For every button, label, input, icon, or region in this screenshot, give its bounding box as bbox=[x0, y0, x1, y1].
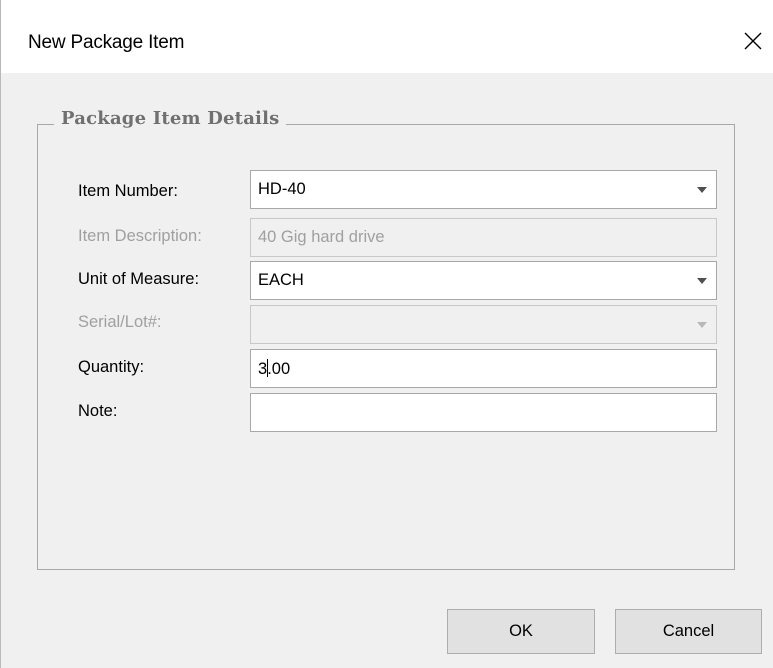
note-label: Note: bbox=[78, 402, 118, 420]
unit-of-measure-label: Unit of Measure: bbox=[78, 270, 200, 288]
dialog-window: New Package Item Package Item Details It… bbox=[0, 0, 773, 668]
unit-of-measure-value: EACH bbox=[258, 271, 304, 289]
item-description-value: 40 Gig hard drive bbox=[258, 228, 385, 246]
window-title: New Package Item bbox=[28, 32, 185, 53]
ok-button[interactable]: OK bbox=[447, 609, 595, 654]
serial-lot-label: Serial/Lot#: bbox=[78, 313, 162, 331]
quantity-value: 3.00 bbox=[258, 359, 290, 379]
close-icon bbox=[744, 32, 762, 50]
chevron-down-icon bbox=[697, 322, 707, 328]
item-description-field: 40 Gig hard drive bbox=[250, 218, 717, 257]
quantity-value-before-caret: 3 bbox=[258, 360, 268, 378]
item-description-label: Item Description: bbox=[78, 227, 202, 245]
close-button[interactable] bbox=[728, 16, 773, 66]
quantity-label: Quantity: bbox=[78, 358, 145, 376]
quantity-field[interactable]: 3.00 bbox=[250, 349, 717, 388]
chevron-down-icon[interactable] bbox=[697, 187, 707, 193]
title-bar: New Package Item bbox=[1, 0, 773, 73]
item-number-value: HD-40 bbox=[258, 180, 306, 198]
quantity-value-after-caret: .00 bbox=[267, 360, 291, 378]
note-field[interactable] bbox=[250, 393, 717, 432]
chevron-down-icon[interactable] bbox=[697, 278, 707, 284]
item-number-dropdown[interactable]: HD-40 bbox=[250, 170, 717, 209]
cancel-button[interactable]: Cancel bbox=[615, 609, 762, 654]
serial-lot-dropdown bbox=[250, 305, 717, 344]
unit-of-measure-dropdown[interactable]: EACH bbox=[250, 261, 717, 300]
group-legend: Package Item Details bbox=[54, 108, 287, 129]
item-number-label: Item Number: bbox=[78, 182, 178, 200]
